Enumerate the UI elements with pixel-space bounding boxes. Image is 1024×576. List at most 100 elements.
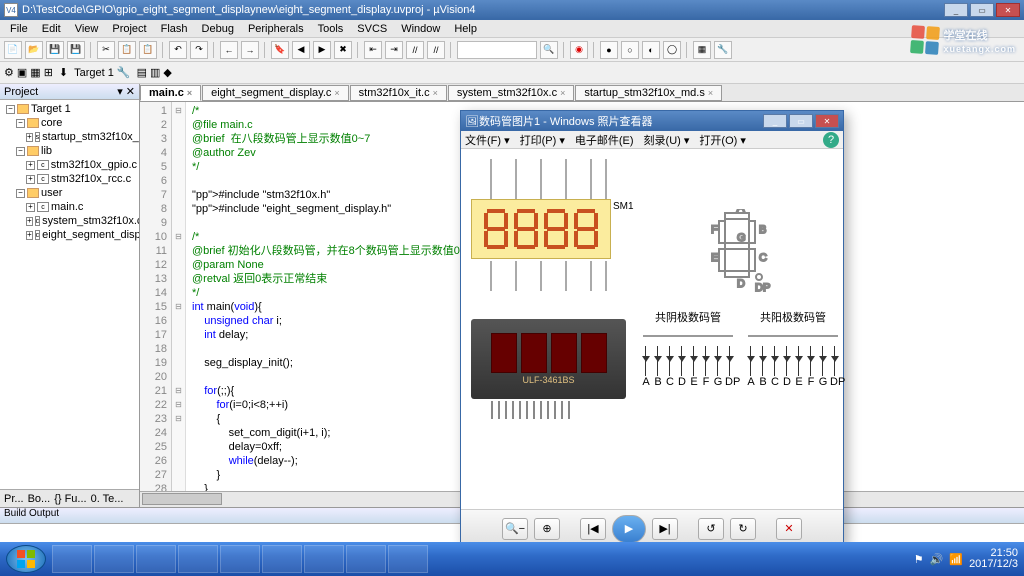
breakpoint-icon[interactable]: ●: [600, 41, 618, 59]
pv-rotate-left-button[interactable]: ↺: [698, 518, 724, 540]
project-pane-tabs[interactable]: Pr...Bo...{} Fu...0. Te...: [0, 489, 139, 507]
taskbar-item[interactable]: [136, 545, 176, 573]
taskbar-item[interactable]: [388, 545, 428, 573]
menu-project[interactable]: Project: [106, 22, 152, 36]
indent-right-icon[interactable]: ⇥: [385, 41, 403, 59]
pv-menu-email[interactable]: 电子邮件(E): [575, 132, 634, 148]
nav-fwd-icon[interactable]: →: [241, 41, 259, 59]
tray-flag-icon[interactable]: ⚑: [914, 553, 924, 566]
pv-prev-button[interactable]: |◀: [580, 518, 606, 540]
taskbar-item[interactable]: [346, 545, 386, 573]
menu-help[interactable]: Help: [448, 22, 483, 36]
target-options-icon[interactable]: 🔧: [117, 66, 131, 79]
close-button[interactable]: ✕: [996, 3, 1020, 17]
pane-menu-icon[interactable]: ▾ ✕: [117, 85, 135, 98]
menu-tools[interactable]: Tools: [312, 22, 350, 36]
start-button[interactable]: [6, 545, 46, 573]
maximize-button[interactable]: ▭: [970, 3, 994, 17]
tab-esd-c[interactable]: eight_segment_display.c×: [202, 85, 349, 101]
breakpoint-enable-icon[interactable]: ○: [621, 41, 639, 59]
translate-icon[interactable]: ⚙: [4, 66, 14, 79]
taskbar-item[interactable]: [94, 545, 134, 573]
window-icon[interactable]: ▦: [693, 41, 711, 59]
pv-zoom-button[interactable]: 🔍−: [502, 518, 528, 540]
pv-maximize-button[interactable]: ▭: [789, 114, 813, 128]
menu-peripherals[interactable]: Peripherals: [242, 22, 310, 36]
target-combo[interactable]: Target 1: [74, 67, 114, 79]
close-icon[interactable]: ×: [187, 88, 192, 98]
tab-system-c[interactable]: system_stm32f10x.c×: [448, 85, 575, 101]
pv-menu-file[interactable]: 文件(F) ▾: [465, 132, 510, 148]
manage-icon[interactable]: ▤: [137, 66, 147, 79]
photo-viewer-titlebar[interactable]: 🖼 数码管图片1 - Windows 照片查看器 _ ▭ ✕: [461, 111, 843, 131]
tab-it-c[interactable]: stm32f10x_it.c×: [350, 85, 447, 101]
project-tree[interactable]: −Target 1 −core +sstartup_stm32f10x_md.s…: [0, 100, 139, 489]
manage3-icon[interactable]: ◆: [163, 66, 171, 79]
bookmark-prev-icon[interactable]: ◀: [292, 41, 310, 59]
menu-svcs[interactable]: SVCS: [351, 22, 393, 36]
breakpoint-disable-icon[interactable]: ◐: [642, 41, 660, 59]
bookmark-clear-icon[interactable]: ✖: [334, 41, 352, 59]
nav-back-icon[interactable]: ←: [220, 41, 238, 59]
new-file-icon[interactable]: 📄: [4, 41, 22, 59]
tab-startup-s[interactable]: startup_stm32f10x_md.s×: [575, 85, 722, 101]
bookmark-next-icon[interactable]: ▶: [313, 41, 331, 59]
debug-icon[interactable]: ◉: [570, 41, 588, 59]
build-icon[interactable]: ▣: [17, 66, 27, 79]
save-all-icon[interactable]: 💾: [67, 41, 85, 59]
file-tabs: main.c× eight_segment_display.c× stm32f1…: [140, 84, 1024, 102]
svg-text:E: E: [711, 252, 718, 264]
pv-rotate-right-button[interactable]: ↻: [730, 518, 756, 540]
fold-gutter[interactable]: ⊟⊟⊟⊟⊟⊟: [172, 102, 186, 491]
tree-file: startup_stm32f10x_md.s: [42, 131, 139, 143]
pv-help-icon[interactable]: ?: [823, 132, 839, 148]
pv-fit-button[interactable]: ⊕: [534, 518, 560, 540]
uncomment-icon[interactable]: //: [427, 41, 445, 59]
bookmark-icon[interactable]: 🔖: [271, 41, 289, 59]
paste-icon[interactable]: 📋: [139, 41, 157, 59]
menu-file[interactable]: File: [4, 22, 34, 36]
save-icon[interactable]: 💾: [46, 41, 64, 59]
taskbar-item[interactable]: [262, 545, 302, 573]
pv-menu-open[interactable]: 打开(O) ▾: [699, 132, 745, 148]
pv-close-button[interactable]: ✕: [815, 114, 839, 128]
menu-debug[interactable]: Debug: [196, 22, 240, 36]
breakpoint-kill-icon[interactable]: ◯: [663, 41, 681, 59]
manage2-icon[interactable]: ▥: [150, 66, 160, 79]
copy-icon[interactable]: 📋: [118, 41, 136, 59]
system-tray[interactable]: ⚑ 🔊 📶 21:50 2017/12/3: [914, 548, 1018, 570]
taskbar-item[interactable]: [304, 545, 344, 573]
pv-next-button[interactable]: ▶|: [652, 518, 678, 540]
cut-icon[interactable]: ✂: [97, 41, 115, 59]
tray-volume-icon[interactable]: 🔊: [930, 553, 944, 566]
menu-view[interactable]: View: [69, 22, 105, 36]
toolbox-icon[interactable]: 🔧: [714, 41, 732, 59]
menu-window[interactable]: Window: [395, 22, 446, 36]
find-combo[interactable]: [457, 41, 537, 59]
download-icon[interactable]: ⬇: [59, 66, 68, 79]
redo-icon[interactable]: ↷: [190, 41, 208, 59]
tree-file: eight_segment_display.c: [42, 229, 139, 241]
find-icon[interactable]: 🔍: [540, 41, 558, 59]
pv-menu-print[interactable]: 打印(P) ▾: [520, 132, 565, 148]
menubar: File Edit View Project Flash Debug Perip…: [0, 20, 1024, 38]
pv-menu-burn[interactable]: 刻录(U) ▾: [644, 132, 690, 148]
taskbar-item[interactable]: [52, 545, 92, 573]
menu-flash[interactable]: Flash: [155, 22, 194, 36]
pv-play-button[interactable]: ▶: [612, 515, 646, 543]
tab-main-c[interactable]: main.c×: [140, 85, 201, 101]
taskbar-item[interactable]: [178, 545, 218, 573]
undo-icon[interactable]: ↶: [169, 41, 187, 59]
tray-network-icon[interactable]: 📶: [949, 553, 963, 566]
minimize-button[interactable]: _: [944, 3, 968, 17]
indent-left-icon[interactable]: ⇤: [364, 41, 382, 59]
comment-icon[interactable]: //: [406, 41, 424, 59]
batch-build-icon[interactable]: ⊞: [44, 66, 53, 79]
taskbar-item[interactable]: [220, 545, 260, 573]
open-file-icon[interactable]: 📂: [25, 41, 43, 59]
app-icon: V4: [4, 3, 18, 17]
menu-edit[interactable]: Edit: [36, 22, 67, 36]
rebuild-icon[interactable]: ▦: [30, 66, 40, 79]
pv-minimize-button[interactable]: _: [763, 114, 787, 128]
pv-delete-button[interactable]: ✕: [776, 518, 802, 540]
